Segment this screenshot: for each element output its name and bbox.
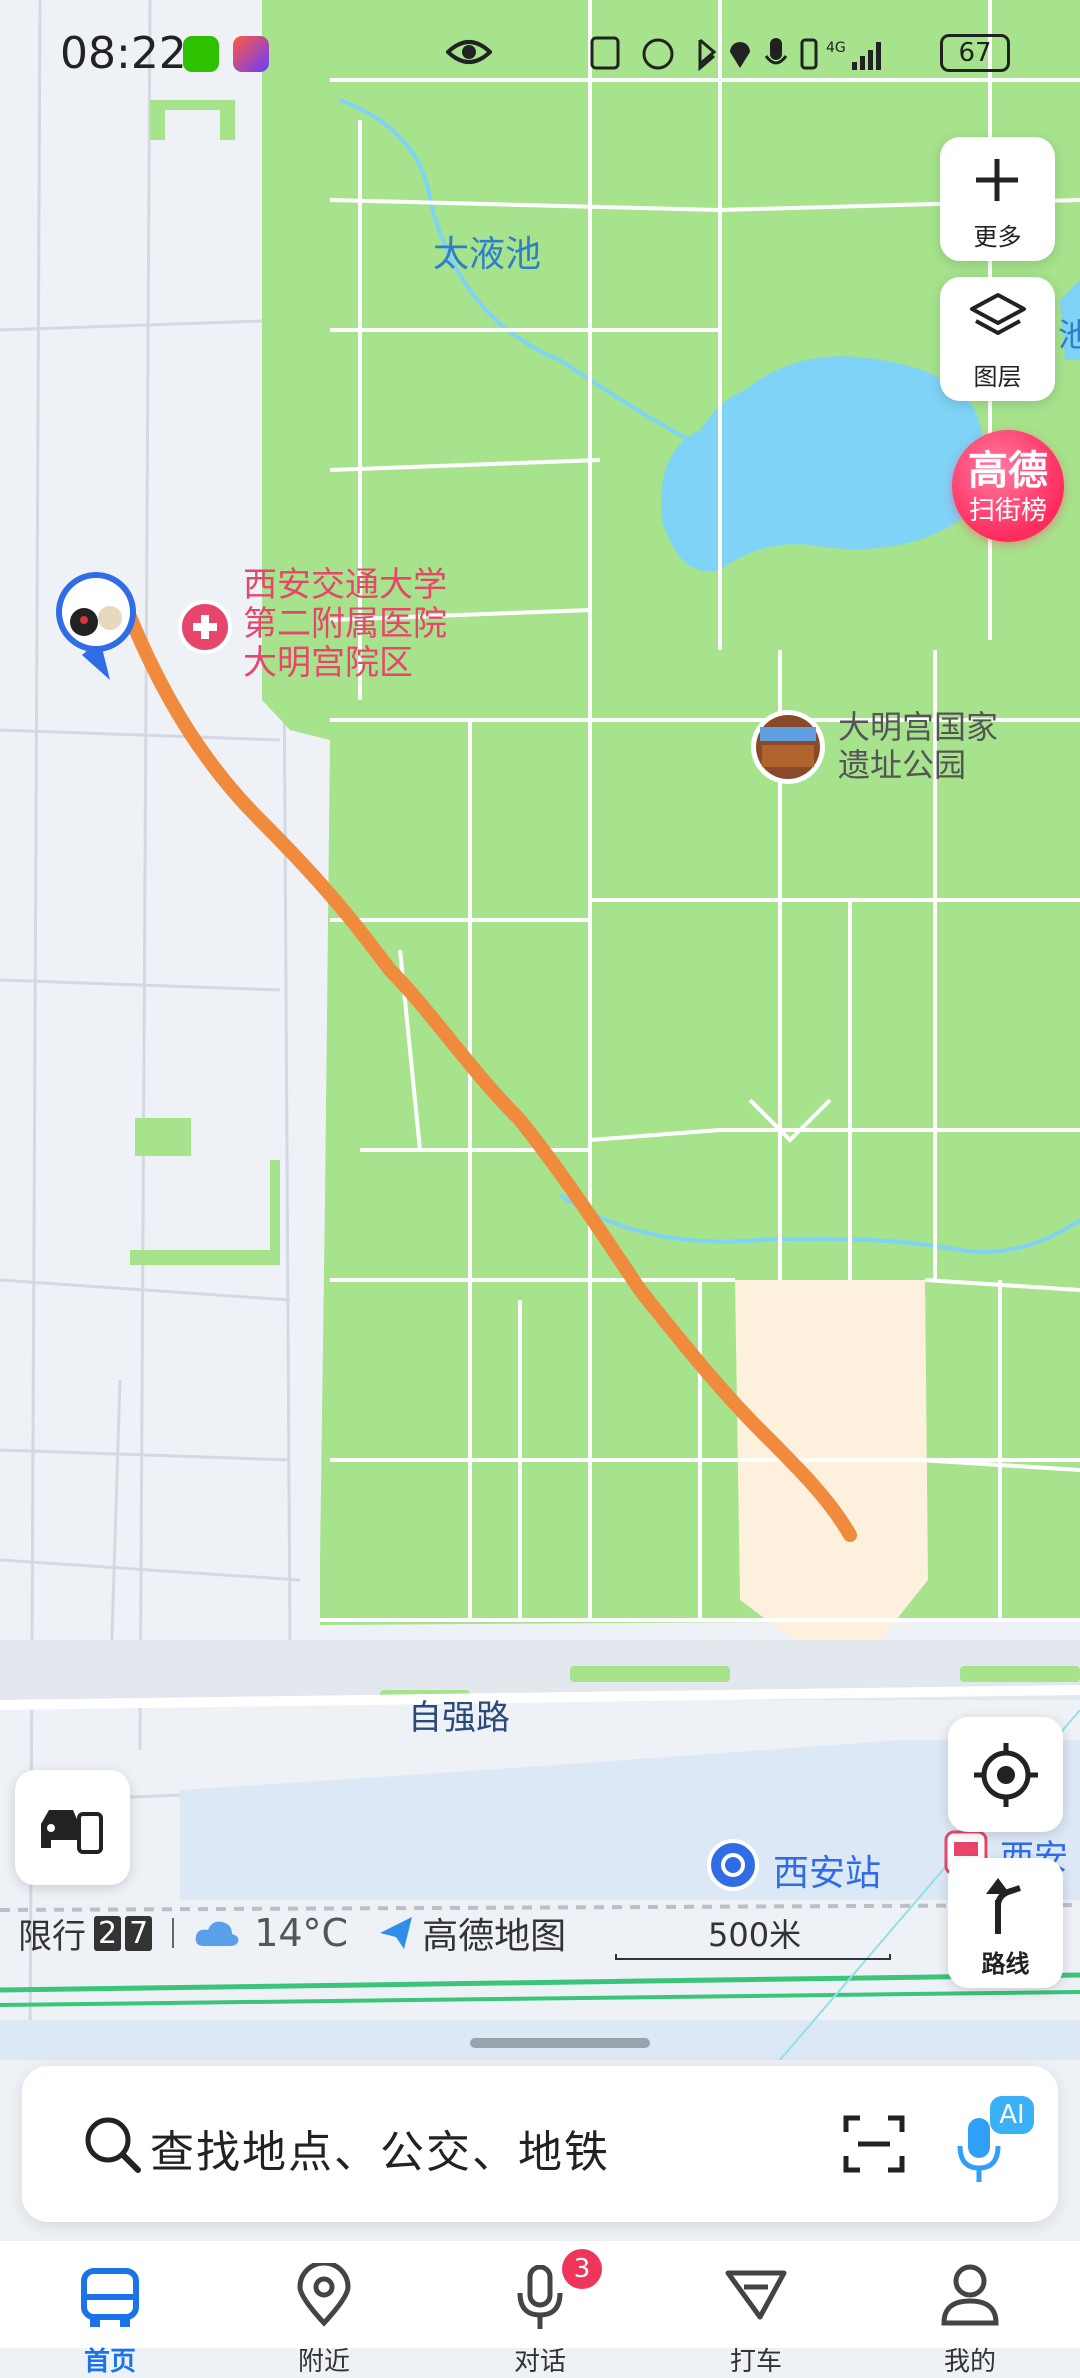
- park-label-line1: 大明宫国家: [838, 708, 999, 746]
- route-button[interactable]: 路线: [948, 1858, 1063, 1988]
- crosshair-icon: [974, 1743, 1038, 1807]
- rank-badge[interactable]: 高德 扫街榜: [952, 430, 1064, 542]
- scale-label: 500米: [708, 1916, 802, 1954]
- layers-label: 图层: [973, 363, 1022, 391]
- eye-icon: [446, 40, 492, 64]
- road-label: 自强路: [408, 1698, 510, 1738]
- car-phone-icon: [41, 1810, 103, 1854]
- station-icon: [707, 1839, 759, 1891]
- cloud-icon: [195, 1921, 239, 1946]
- chat-badge: 3: [562, 2249, 602, 2289]
- status-time: 08:22: [60, 28, 187, 79]
- park-label-line2: 遗址公园: [838, 746, 967, 784]
- hospital-label-line3: 大明宫院区: [243, 643, 413, 683]
- tab-profile[interactable]: 我的: [900, 2249, 1040, 2377]
- scale-bar: [615, 1954, 891, 1960]
- scan-icon[interactable]: [842, 2112, 906, 2176]
- drag-handle[interactable]: [470, 2038, 650, 2048]
- wechat-icon: [183, 36, 219, 72]
- tab-taxi[interactable]: 打车: [686, 2249, 826, 2377]
- tab-home[interactable]: 首页: [40, 2249, 180, 2377]
- status-icons: 4G: [590, 36, 881, 72]
- search-icon: [85, 2117, 141, 2173]
- restriction-label: 限行: [18, 1916, 86, 1957]
- restriction-digit-2: 7: [125, 1915, 153, 1951]
- station-label[interactable]: 西安站: [773, 1844, 881, 1896]
- search-placeholder[interactable]: 查找地点、公交、地铁: [150, 2116, 610, 2180]
- status-bar: 08:22 4G 67: [0, 18, 1080, 88]
- bottom-tab-bar: 首页 附近 3 对话 打车 我的: [0, 2240, 1080, 2377]
- ai-badge: AI: [990, 2096, 1034, 2134]
- layers-button[interactable]: 图层: [940, 277, 1055, 401]
- rank-badge-line2: 扫街榜: [968, 496, 1047, 526]
- amap-logo-icon: [380, 1917, 413, 1949]
- lake-label-right: 池: [1058, 316, 1080, 354]
- locate-button[interactable]: [948, 1717, 1063, 1832]
- hospital-label[interactable]: 西安交通大学 第二附属医院 大明宫院区: [243, 566, 447, 683]
- map-canvas[interactable]: [0, 0, 1080, 2060]
- map-info-strip: 限行 2 7 14°C 高德地图: [18, 1908, 566, 1958]
- location-pin-icon: [297, 2263, 351, 2327]
- temperature: 14°C: [254, 1911, 349, 1955]
- plus-icon: [976, 159, 1018, 201]
- ai-voice-button[interactable]: AI: [952, 2096, 1042, 2192]
- microphone-icon: [517, 2265, 563, 2329]
- lake-label: 太液池: [433, 234, 542, 275]
- layers-icon: [970, 293, 1026, 335]
- bus-icon: [81, 2268, 139, 2327]
- battery-indicator: 67: [940, 34, 1010, 72]
- hospital-label-line2: 第二附属医院: [243, 604, 447, 644]
- hospital-label-line1: 西安交通大学: [243, 565, 447, 605]
- rank-badge-line1: 高德: [968, 448, 1048, 494]
- more-label: 更多: [973, 223, 1022, 251]
- tab-nearby[interactable]: 附近: [254, 2249, 394, 2377]
- divider: [172, 1918, 175, 1948]
- svg-text:4G: 4G: [826, 40, 846, 56]
- route-label: 路线: [981, 1950, 1030, 1978]
- tab-chat[interactable]: 3 对话: [470, 2249, 610, 2377]
- park-label[interactable]: 大明宫国家 遗址公园: [838, 708, 998, 784]
- app-notification-icon: [233, 36, 269, 72]
- search-bar[interactable]: 查找地点、公交、地铁 AI: [22, 2066, 1058, 2222]
- restriction-digit-1: 2: [94, 1915, 122, 1951]
- traffic-mode-button[interactable]: [15, 1770, 130, 1885]
- taxi-icon: [725, 2270, 787, 2320]
- user-icon: [941, 2264, 999, 2326]
- brand-label: 高德地图: [422, 1916, 567, 1957]
- hospital-icon: [178, 600, 232, 654]
- route-arrow-icon: [986, 1878, 1021, 1934]
- landmark-photo-icon: [751, 710, 825, 784]
- more-button[interactable]: 更多: [940, 137, 1055, 261]
